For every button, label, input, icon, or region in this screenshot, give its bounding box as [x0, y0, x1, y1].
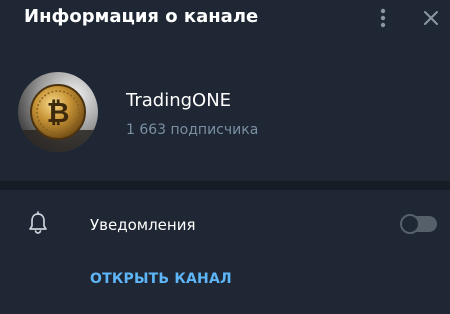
bitcoin-coin-avatar: ₿	[18, 72, 98, 152]
open-channel-button[interactable]: ОТКРЫТЬ КАНАЛ	[90, 271, 232, 287]
more-vertical-icon	[380, 8, 386, 28]
bell-icon	[27, 211, 49, 235]
svg-text:₿: ₿	[47, 96, 70, 129]
toggle-knob	[400, 214, 420, 234]
subscriber-count: 1 663 подписчика	[126, 122, 259, 138]
notifications-toggle[interactable]	[400, 214, 437, 234]
dialog-header: Информация о канале	[0, 0, 450, 38]
notifications-label: Уведомления	[90, 216, 196, 234]
close-icon	[424, 11, 438, 25]
more-menu-button[interactable]	[374, 6, 392, 30]
notifications-row[interactable]: Уведомления	[0, 200, 450, 250]
page-title: Информация о канале	[24, 6, 259, 27]
channel-avatar[interactable]: ₿	[18, 72, 98, 152]
channel-profile: ₿ TradingONE 1 663 подписчика	[0, 62, 450, 162]
close-button[interactable]	[419, 6, 443, 30]
channel-name: TradingONE	[126, 90, 232, 111]
section-divider	[0, 181, 450, 190]
